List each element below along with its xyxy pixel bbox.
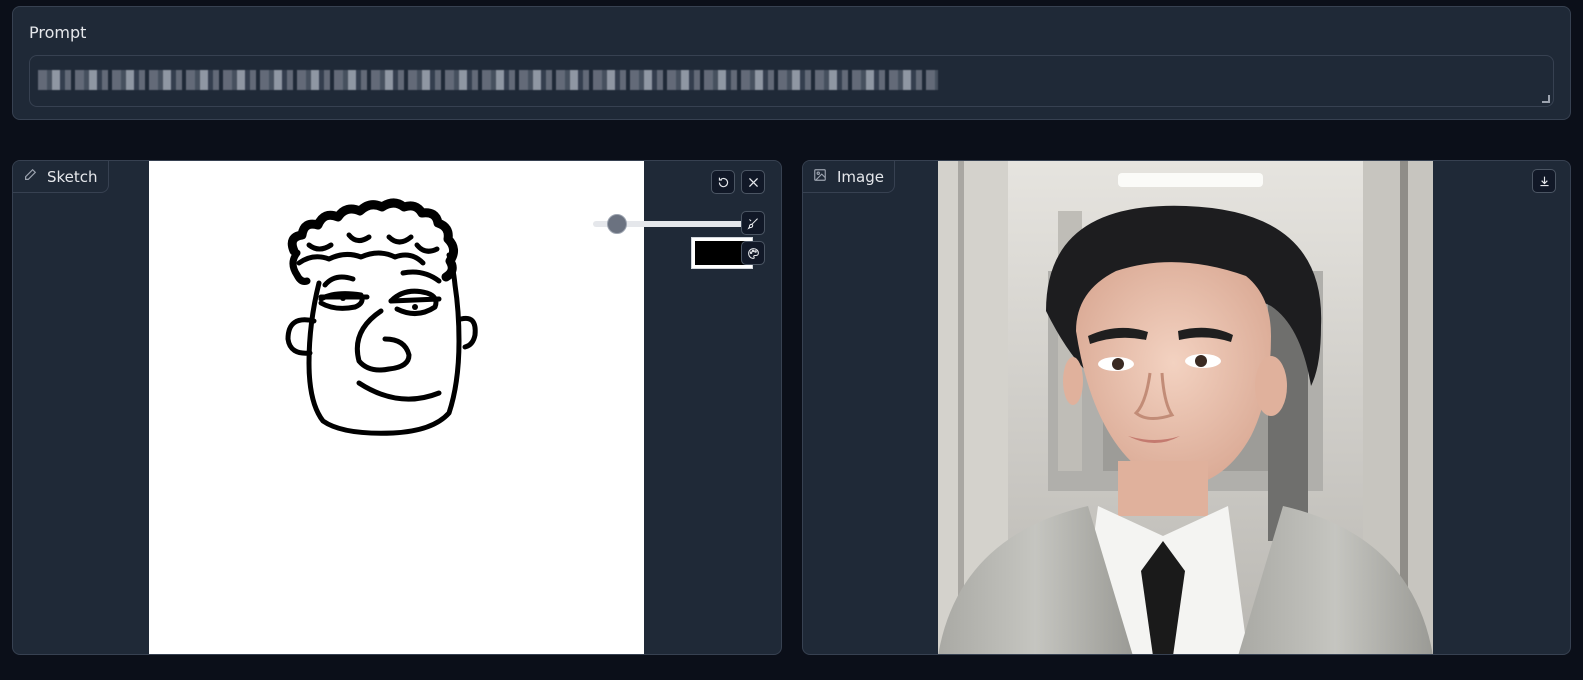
sketch-canvas[interactable]: [149, 161, 644, 654]
pencil-icon: [23, 168, 37, 186]
close-icon: [748, 177, 758, 187]
palette-icon: [747, 247, 759, 259]
image-panel: Image: [802, 160, 1571, 655]
sketch-tab: Sketch: [13, 161, 109, 193]
prompt-textarea[interactable]: [29, 55, 1554, 107]
generated-portrait-image: [938, 161, 1433, 654]
prompt-block: Prompt: [12, 6, 1571, 120]
image-tab: Image: [803, 161, 895, 193]
sketch-panel: Sketch: [12, 160, 782, 655]
sketch-drawing: [285, 198, 478, 436]
clear-button[interactable]: [741, 170, 765, 194]
sketch-hair: [287, 198, 458, 282]
download-icon: [1539, 176, 1549, 186]
image-icon: [813, 168, 827, 186]
palette-button[interactable]: [741, 241, 765, 265]
prompt-label: Prompt: [29, 23, 87, 42]
brush-size-slider-thumb[interactable]: [607, 214, 627, 234]
brush-size-slider[interactable]: [593, 214, 753, 234]
undo-button[interactable]: [711, 170, 735, 194]
prompt-text-redacted: [38, 70, 938, 90]
resize-handle-icon[interactable]: [1542, 95, 1550, 103]
image-tab-label: Image: [837, 167, 884, 186]
brush-icon: [746, 217, 758, 230]
undo-icon: [718, 177, 728, 187]
download-button[interactable]: [1532, 169, 1556, 193]
sketch-tab-label: Sketch: [47, 167, 98, 186]
brush-button[interactable]: [741, 211, 765, 235]
